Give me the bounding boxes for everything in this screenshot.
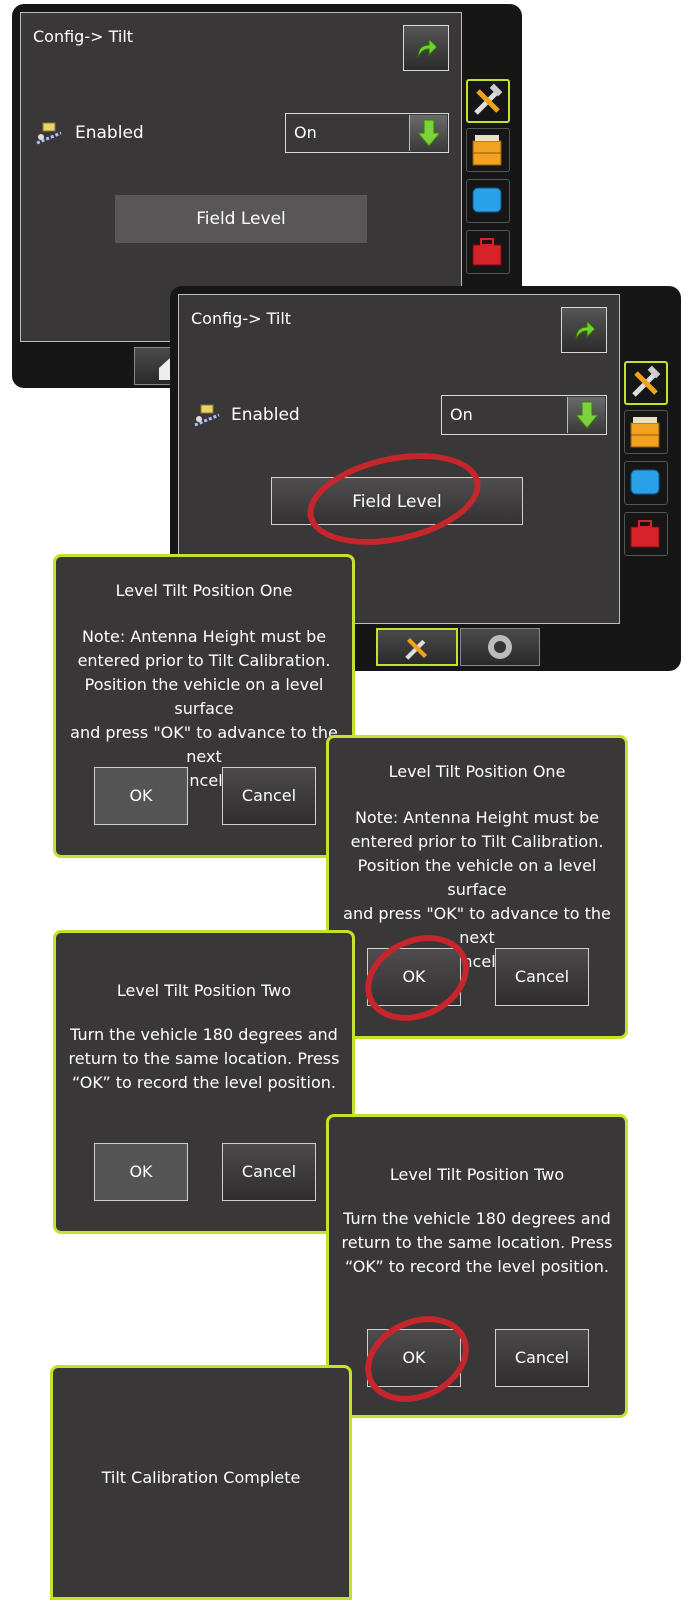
dialog-title: Level Tilt Position Two [389, 1165, 565, 1184]
select-value: On [294, 123, 317, 142]
dialog-title: Level Tilt Position One [388, 762, 566, 781]
dialog-title: Level Tilt Position One [115, 581, 293, 600]
console-tab[interactable] [466, 179, 510, 223]
tools-bottom-tab[interactable] [376, 628, 458, 666]
message-line: return to the same location. Press [68, 1049, 340, 1068]
cancel-button[interactable]: Cancel [222, 767, 316, 825]
back-arrow-icon [575, 319, 596, 340]
data-tab[interactable] [466, 128, 510, 172]
display-icon [630, 469, 660, 495]
tilt-complete-dialog: Tilt Calibration Complete [50, 1365, 352, 1600]
dropdown-button[interactable] [409, 115, 447, 151]
tools-icon [632, 365, 661, 397]
display-icon [472, 187, 502, 213]
cancel-button[interactable]: Cancel [495, 1329, 589, 1387]
down-arrow-icon [574, 401, 600, 429]
level-tilt-two-dialog: Level Tilt Position Two Turn the vehicle… [326, 1114, 628, 1419]
tools-tab[interactable] [624, 361, 668, 405]
field-level-button[interactable]: Field Level [115, 195, 367, 243]
tilt-sensor-icon [36, 122, 62, 145]
select-value: On [450, 405, 473, 424]
enabled-label: Enabled [231, 405, 300, 425]
tools-tab[interactable] [466, 79, 510, 123]
message-line: “OK” to record the level position. [345, 1257, 609, 1276]
data-tab[interactable] [624, 410, 668, 454]
tools-icon [474, 83, 503, 115]
system-tab[interactable] [624, 512, 668, 556]
page-title: Config-> Tilt [191, 309, 292, 328]
completion-message: Tilt Calibration Complete [101, 1468, 301, 1487]
ok-button[interactable]: OK [94, 1143, 188, 1201]
message-line: and press "OK" to advance to the next [70, 723, 338, 766]
ok-button[interactable]: OK [94, 767, 188, 825]
dialog-title: Level Tilt Position Two [116, 981, 292, 1000]
message-line: entered prior to Tilt Calibration. [350, 832, 604, 851]
message-line: Turn the vehicle 180 degrees and [343, 1209, 611, 1228]
system-tab[interactable] [466, 230, 510, 274]
page-title: Config-> Tilt [33, 27, 134, 46]
message-line: Note: Antenna Height must be [354, 808, 600, 827]
console-tab[interactable] [624, 461, 668, 505]
tilt-enabled-select[interactable]: On [441, 395, 607, 435]
message-line: return to the same location. Press [341, 1233, 613, 1252]
tilt-enabled-select[interactable]: On [285, 113, 449, 153]
camera-tab[interactable] [460, 628, 540, 666]
message-line: “OK” to record the level position. [72, 1073, 336, 1092]
dropdown-button[interactable] [567, 397, 605, 433]
toolbox-icon [472, 238, 502, 266]
message-line: Note: Antenna Height must be [81, 627, 327, 646]
level-tilt-two-dialog: Level Tilt Position Two Turn the vehicle… [53, 930, 355, 1234]
file-cabinet-icon [472, 135, 502, 166]
toolbox-icon [630, 520, 660, 548]
dialog-message: Turn the vehicle 180 degrees and return … [329, 1207, 625, 1279]
tilt-sensor-icon [194, 404, 220, 427]
down-arrow-icon [416, 119, 442, 147]
message-line: entered prior to Tilt Calibration. [77, 651, 331, 670]
message-line: Position the vehicle on a level surface [84, 675, 324, 718]
cancel-button[interactable]: Cancel [495, 948, 589, 1006]
camera-icon [488, 635, 512, 659]
tools-icon [405, 637, 428, 660]
back-button[interactable] [403, 25, 449, 71]
message-line: Turn the vehicle 180 degrees and [70, 1025, 338, 1044]
back-button[interactable] [561, 307, 607, 353]
enabled-label: Enabled [75, 123, 144, 143]
message-line: and press "OK" to advance to the next [343, 904, 611, 947]
dialog-message: Turn the vehicle 180 degrees and return … [56, 1023, 352, 1095]
highlight-ellipse [351, 1299, 483, 1419]
level-tilt-one-dialog: Level Tilt Position One Note: Antenna He… [53, 554, 355, 858]
back-arrow-icon [417, 37, 438, 58]
file-cabinet-icon [630, 417, 660, 448]
message-line: Position the vehicle on a level surface [357, 856, 597, 899]
cancel-button[interactable]: Cancel [222, 1143, 316, 1201]
level-tilt-one-dialog: Level Tilt Position One Note: Antenna He… [326, 735, 628, 1039]
